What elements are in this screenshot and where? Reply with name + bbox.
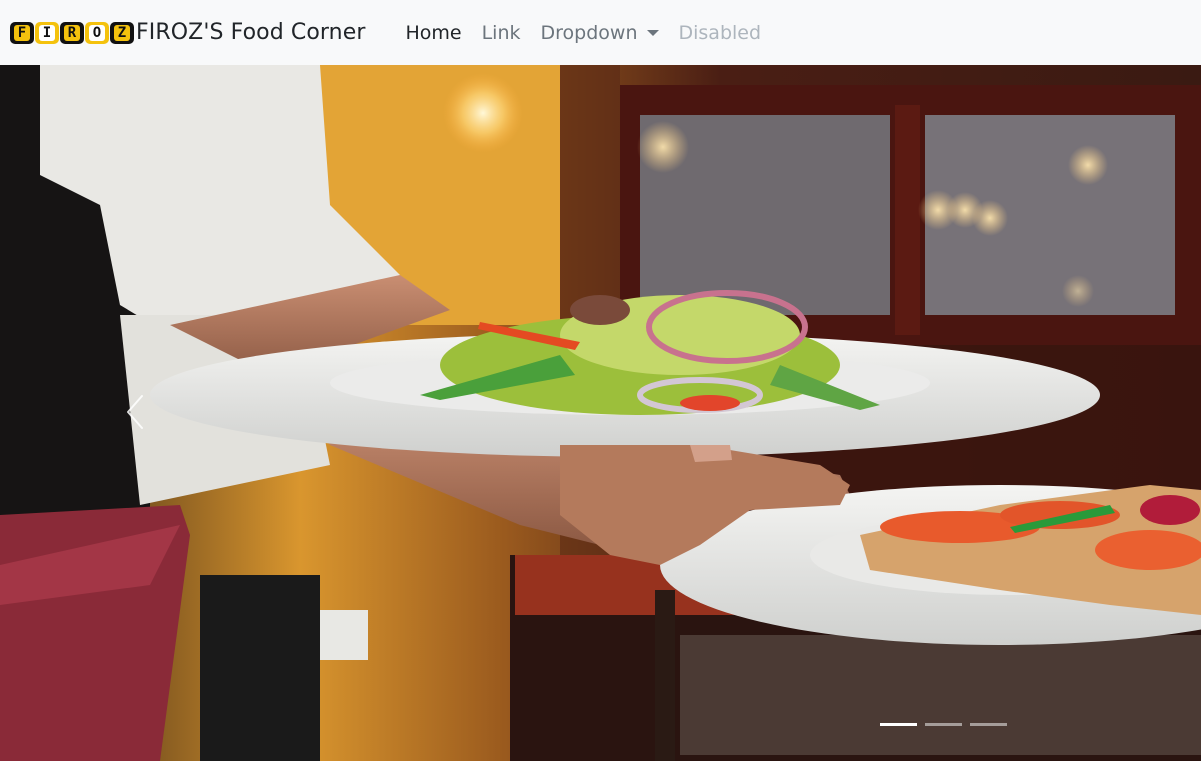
carousel-prev-button[interactable] [118,390,154,434]
logo-tile-r: R [60,21,84,44]
chevron-left-icon [127,395,143,429]
carousel-indicators [880,723,1007,726]
logo-tile-i: I [35,21,59,44]
navbar-brand[interactable]: F I R O Z FIROZ'S Food Corner [10,0,365,65]
carousel-indicator-2[interactable] [925,723,962,726]
nav-dropdown-toggle[interactable]: Dropdown [531,22,669,44]
logo-tile-o: O [85,21,109,44]
brand-logo: F I R O Z [10,21,134,44]
caret-down-icon [646,29,659,36]
navbar: F I R O Z FIROZ'S Food Corner Home Link … [0,0,1201,65]
nav-link-link[interactable]: Link [472,22,531,44]
hero-carousel [0,65,1201,761]
brand-title: FIROZ'S Food Corner [136,20,366,45]
logo-tile-z: Z [110,21,134,44]
nav-link-home[interactable]: Home [395,22,471,44]
carousel-indicator-1[interactable] [880,723,917,726]
nav-links: Home Link Dropdown Disabled [395,0,771,65]
carousel-indicator-3[interactable] [970,723,1007,726]
logo-tile-f: F [10,21,34,44]
nav-dropdown-label: Dropdown [540,21,638,44]
nav-link-disabled: Disabled [678,21,762,44]
carousel-slide-image [0,65,1201,761]
